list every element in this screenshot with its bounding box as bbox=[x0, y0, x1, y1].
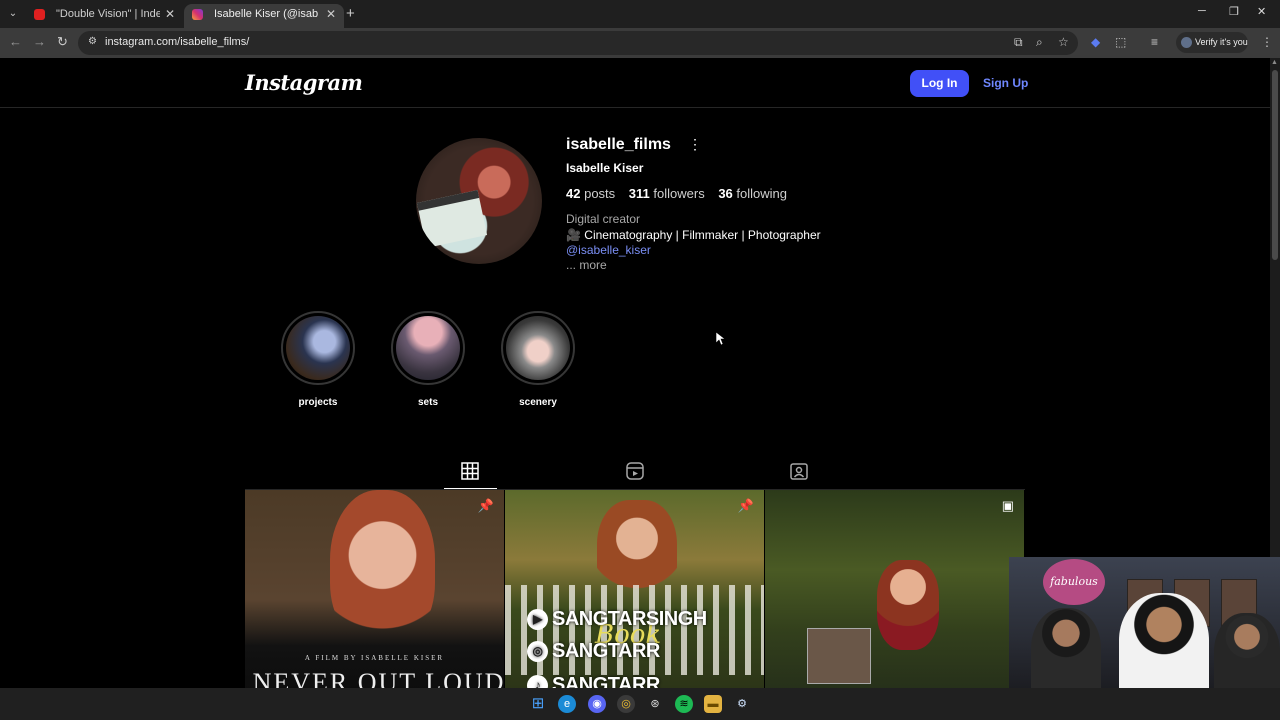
browser-tab-youtube[interactable]: "Double Vision" | Independent ✕ bbox=[26, 4, 183, 28]
spotify-icon[interactable]: ≋ bbox=[675, 695, 693, 713]
followers-stat[interactable]: 311 followers bbox=[629, 186, 705, 201]
grid-icon[interactable] bbox=[461, 462, 479, 480]
verify-label: Verify it's you bbox=[1195, 37, 1248, 47]
cast-icon[interactable]: ⧉ bbox=[1014, 35, 1023, 50]
profile-username: isabelle_films bbox=[566, 136, 671, 153]
overlay-youtube-handle: ▶ SANGTARSINGH bbox=[527, 608, 707, 631]
highlight-projects[interactable]: projects bbox=[280, 311, 356, 408]
tab-close-icon[interactable]: ✕ bbox=[165, 4, 175, 24]
pin-icon: 📌 bbox=[737, 498, 754, 513]
streamer-person bbox=[1119, 593, 1209, 688]
following-stat[interactable]: 36 following bbox=[718, 186, 787, 201]
tab-title: Isabelle Kiser (@isabelle_films) bbox=[214, 8, 318, 20]
tab-title: "Double Vision" | Independent bbox=[56, 8, 160, 20]
signup-link[interactable]: Sign Up bbox=[983, 76, 1028, 90]
profile-full-name: Isabelle Kiser bbox=[566, 161, 644, 175]
highlight-ring bbox=[281, 311, 355, 385]
highlight-ring bbox=[501, 311, 575, 385]
back-icon[interactable]: ← bbox=[9, 34, 22, 49]
instagram-header: Instagram Log In Sign Up bbox=[0, 58, 1270, 108]
tab-close-icon[interactable]: ✕ bbox=[326, 4, 336, 24]
browser-toolbar: ← → ↻ ⚙ instagram.com/isabelle_films/ ⧉ … bbox=[0, 28, 1280, 58]
balloon-image: fabulous bbox=[1043, 559, 1105, 605]
overlay-tiktok-handle: ♪ SANGTARR bbox=[527, 674, 660, 688]
highlight-label: sets bbox=[417, 397, 438, 408]
profile-category: Digital creator bbox=[566, 212, 641, 226]
new-tab-button[interactable]: + bbox=[346, 5, 355, 22]
address-bar[interactable]: ⚙ instagram.com/isabelle_films/ bbox=[78, 31, 1078, 55]
steam-icon[interactable]: ⚙ bbox=[733, 695, 751, 713]
profile-avatar-icon bbox=[1181, 37, 1192, 48]
post-tile[interactable]: ▣ bbox=[765, 490, 1024, 688]
file-explorer-icon[interactable]: ▬ bbox=[704, 695, 722, 713]
highlight-ring bbox=[391, 311, 465, 385]
maximize-button[interactable]: ❐ bbox=[1229, 5, 1239, 18]
close-window-button[interactable]: ✕ bbox=[1257, 5, 1266, 18]
profile-avatar[interactable] bbox=[416, 138, 542, 264]
instagram-icon: ◎ bbox=[527, 641, 548, 663]
tiktok-icon: ♪ bbox=[527, 675, 548, 688]
tagged-icon[interactable] bbox=[790, 462, 808, 480]
reels-icon[interactable] bbox=[626, 462, 644, 480]
bookmark-star-icon[interactable]: ☆ bbox=[1058, 35, 1069, 49]
edge-icon[interactable]: e bbox=[558, 695, 576, 713]
reel-icon: ▣ bbox=[1001, 498, 1014, 513]
post-credit-text: A FILM BY ISABELLE KISER bbox=[304, 654, 445, 662]
instagram-logo[interactable]: Instagram bbox=[245, 70, 363, 95]
post-image-subject bbox=[330, 490, 435, 645]
tab-search-icon[interactable]: ⌄ bbox=[4, 5, 22, 23]
highlight-cover bbox=[396, 316, 460, 380]
browser-tab-instagram[interactable]: Isabelle Kiser (@isabelle_films) ✕ bbox=[184, 4, 344, 28]
webcam-overlay: fabulous bbox=[1009, 557, 1280, 688]
post-image-record bbox=[807, 628, 871, 684]
extensions-icon[interactable]: ⬚ bbox=[1115, 35, 1126, 49]
instagram-icon bbox=[192, 9, 203, 20]
post-tile[interactable]: 📌 Book ▶ SANGTARSINGH ◎ SANGTARR ♪ SANGTARR bbox=[505, 490, 764, 688]
shield-extension-icon[interactable]: ◆ bbox=[1091, 35, 1100, 49]
reading-list-icon[interactable]: ≡ bbox=[1151, 35, 1158, 49]
profile-stats: 42 posts 311 followers 36 following bbox=[566, 186, 797, 201]
reload-icon[interactable]: ↻ bbox=[57, 34, 68, 50]
post-image-subject bbox=[877, 560, 939, 650]
login-button[interactable]: Log In bbox=[910, 70, 969, 97]
scroll-thumb[interactable] bbox=[1272, 70, 1278, 260]
browser-tab-bar: ⌄ "Double Vision" | Independent ✕ Isabel… bbox=[0, 0, 1280, 28]
mention-link[interactable]: @isabelle_kiser bbox=[566, 243, 651, 257]
youtube-icon bbox=[34, 9, 45, 20]
minimize-button[interactable]: ─ bbox=[1198, 5, 1206, 17]
profile-bio: 🎥 Cinematography | Filmmaker | Photograp… bbox=[566, 228, 821, 242]
discord-icon[interactable]: ◉ bbox=[588, 695, 606, 713]
play-icon: ▶ bbox=[527, 609, 548, 631]
streamer-person bbox=[1214, 613, 1280, 688]
streamer-person bbox=[1031, 608, 1101, 688]
pin-icon: 📌 bbox=[477, 498, 494, 513]
scroll-up-icon[interactable]: ▲ bbox=[1271, 59, 1278, 66]
windows-taskbar: ⊞ e ◉ ◎ ⊛ ≋ ▬ ⚙ bbox=[0, 688, 1280, 720]
more-link[interactable]: ... more bbox=[566, 258, 607, 272]
browser-menu-icon[interactable]: ⋮ bbox=[1261, 35, 1273, 49]
active-tab-indicator bbox=[444, 488, 497, 489]
options-icon[interactable]: ⋮ bbox=[688, 136, 702, 153]
highlight-label: scenery bbox=[519, 397, 557, 408]
site-info-icon[interactable]: ⚙ bbox=[88, 36, 97, 47]
verify-profile-button[interactable]: Verify it's you bbox=[1176, 32, 1248, 53]
highlight-cover bbox=[506, 316, 570, 380]
forward-icon[interactable]: → bbox=[33, 34, 46, 49]
highlight-sets[interactable]: sets bbox=[390, 311, 466, 408]
post-tile[interactable]: 📌 A FILM BY ISABELLE KISER NEVER OUT LOU… bbox=[245, 490, 504, 688]
clapperboard-image bbox=[416, 190, 488, 248]
url-text: instagram.com/isabelle_films/ bbox=[105, 36, 250, 48]
zoom-icon[interactable]: ⌕ bbox=[1036, 35, 1043, 50]
posts-stat: 42 posts bbox=[566, 186, 616, 201]
overlay-instagram-handle: ◎ SANGTARR bbox=[527, 640, 660, 663]
highlight-cover bbox=[286, 316, 350, 380]
app-icon[interactable]: ⊛ bbox=[646, 695, 664, 713]
highlight-scenery[interactable]: scenery bbox=[500, 311, 576, 408]
highlight-label: projects bbox=[298, 397, 338, 408]
chrome-icon[interactable]: ◎ bbox=[617, 695, 635, 713]
post-title-text: NEVER OUT LOUD bbox=[252, 668, 504, 688]
windows-start-icon[interactable]: ⊞ bbox=[529, 695, 547, 713]
